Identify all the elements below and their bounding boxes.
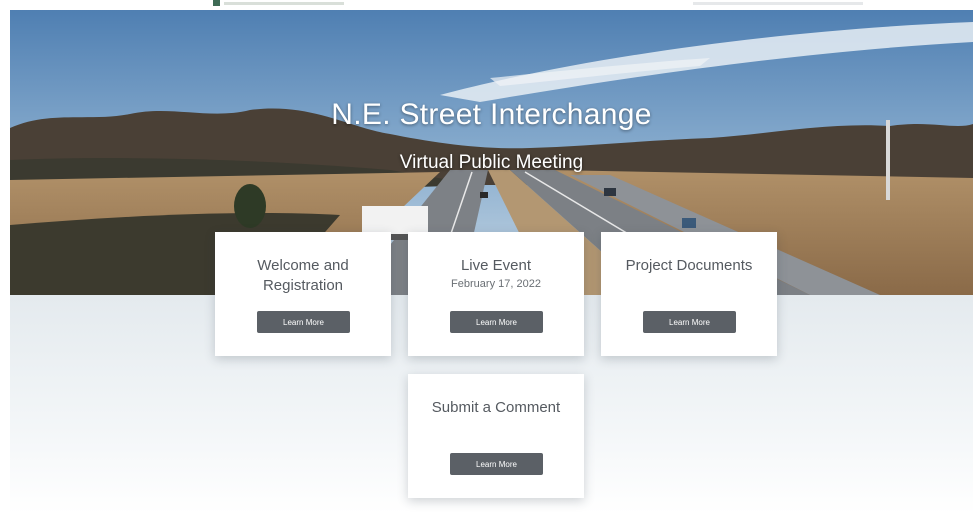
learn-more-button[interactable]: Learn More [643, 311, 736, 333]
site-header [0, 0, 973, 10]
site-logo-wordmark[interactable] [224, 2, 344, 5]
hero-subtitle: Virtual Public Meeting [399, 152, 584, 173]
card-title: Project Documents [625, 257, 753, 274]
hero-title: N.E. Street Interchange [331, 98, 652, 131]
card-date: February 17, 2022 [451, 278, 541, 290]
card-title: Live Event [460, 257, 532, 274]
card-title: Submit a Comment [431, 399, 561, 416]
card-project-documents: Project Documents Learn More [601, 232, 777, 356]
learn-more-button[interactable]: Learn More [450, 311, 543, 333]
card-submit-comment: Submit a Comment Learn More [408, 374, 584, 498]
learn-more-button[interactable]: Learn More [450, 453, 543, 475]
card-welcome-registration: Welcome and Registration Learn More [215, 232, 391, 356]
site-logo-icon[interactable] [213, 0, 220, 6]
card-live-event: Live Event February 17, 2022 Learn More [408, 232, 584, 356]
header-nav[interactable] [693, 2, 863, 5]
card-title: Welcome and Registration [257, 257, 349, 294]
learn-more-button[interactable]: Learn More [257, 311, 350, 333]
